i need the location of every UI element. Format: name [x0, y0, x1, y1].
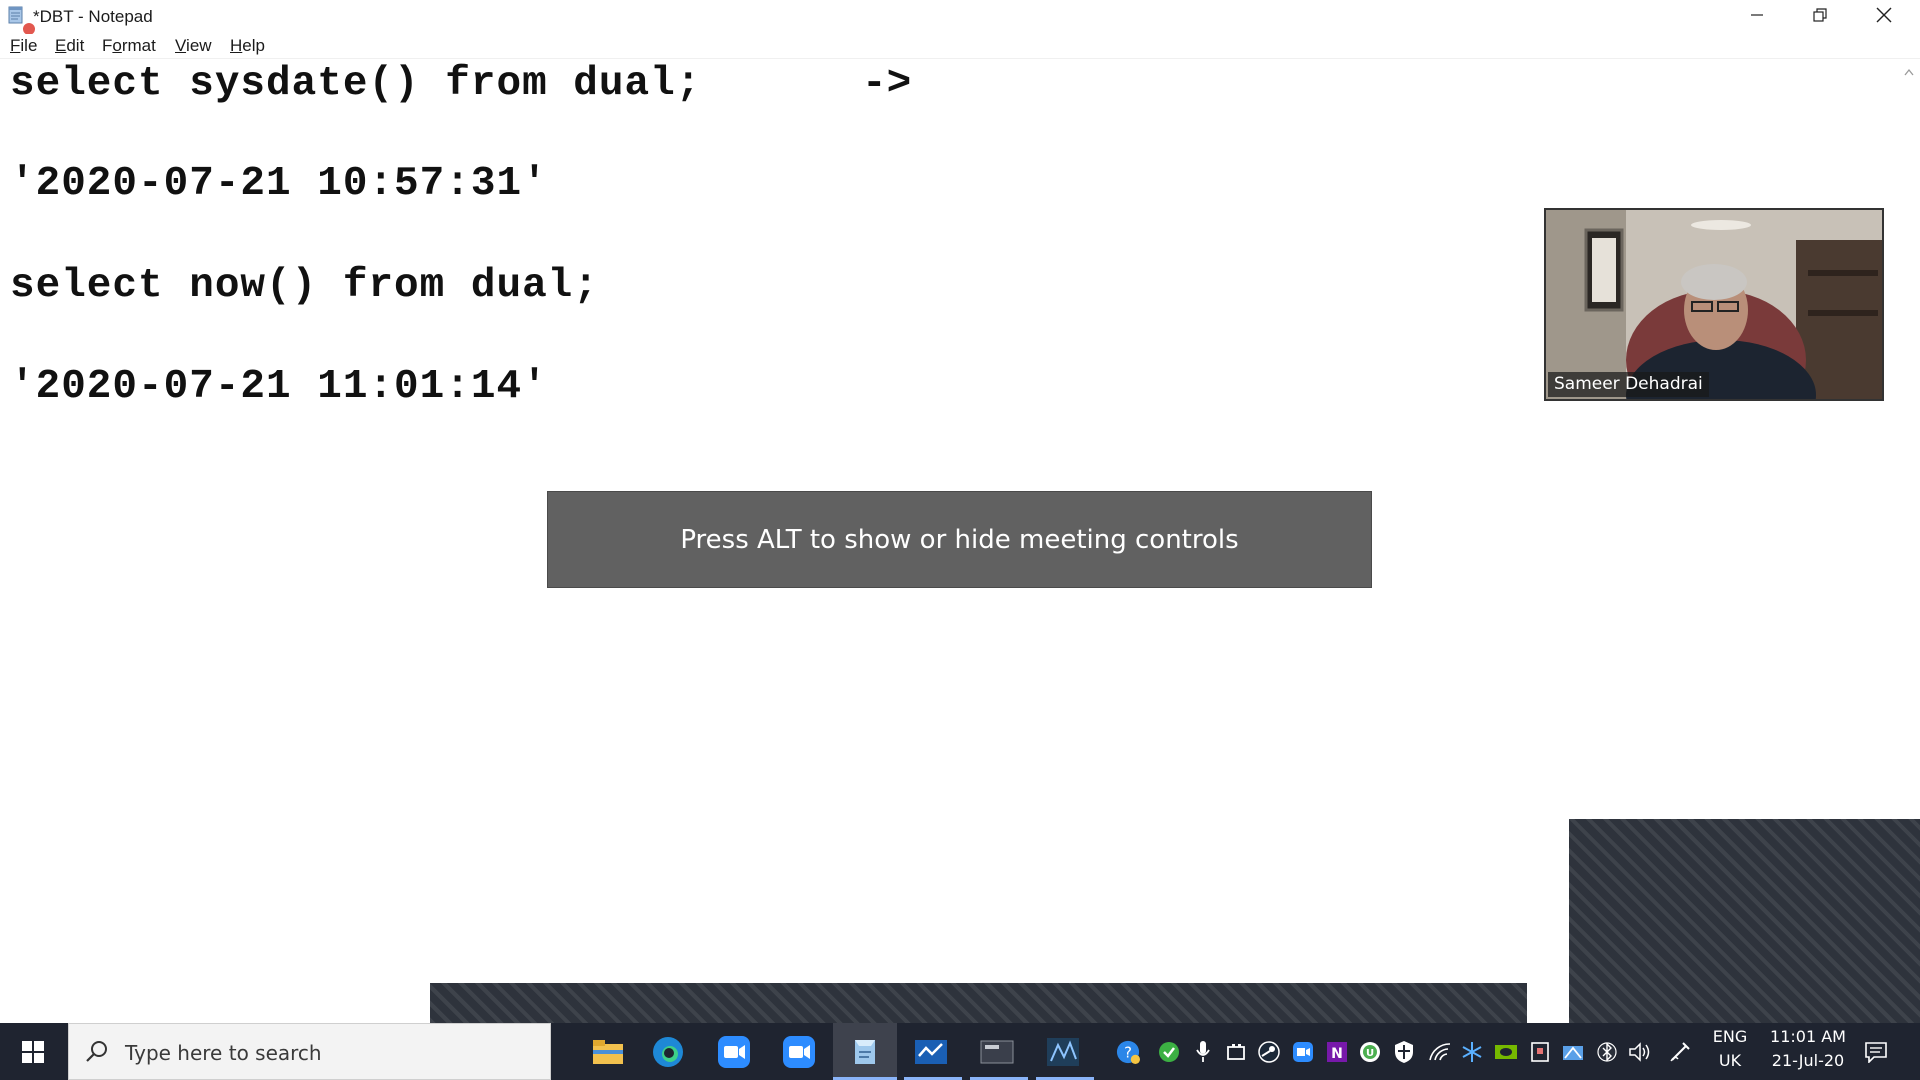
snowflake-tray-icon[interactable]: [1460, 1040, 1484, 1064]
steam-tray-icon[interactable]: [1257, 1040, 1281, 1064]
bluetooth-tray-icon[interactable]: [1595, 1040, 1619, 1064]
nvidia-tray-icon[interactable]: [1494, 1040, 1518, 1064]
participant-name-label: Sameer Dehadrai: [1548, 372, 1709, 397]
shield-tray-icon[interactable]: [1392, 1040, 1416, 1064]
pen-tray-icon[interactable]: [1668, 1040, 1692, 1064]
editor-line-3: select now() from dual;: [10, 263, 599, 309]
help-tray-icon[interactable]: ?: [1116, 1040, 1140, 1064]
screen-share-hidden-strip: [430, 983, 1527, 1023]
screen: *DBT - Notepad File Edit Format View Hel…: [0, 0, 1920, 1080]
svg-text:?: ?: [1124, 1045, 1132, 1062]
menu-format[interactable]: Format: [102, 36, 156, 56]
svg-text:N: N: [1331, 1046, 1343, 1062]
editor-line-2: '2020-07-21 10:57:31': [10, 161, 548, 207]
search-icon: [86, 1041, 107, 1062]
cloud-sync-tray-icon[interactable]: [1561, 1040, 1585, 1064]
minimize-button[interactable]: [1726, 0, 1788, 30]
restore-icon: [1813, 8, 1827, 22]
mysql-workbench-icon[interactable]: [1044, 1033, 1082, 1071]
participant-video[interactable]: Sameer Dehadrai: [1544, 208, 1884, 401]
menu-bar: File Edit Format View Help: [0, 34, 1920, 59]
meeting-controls-toast: Press ALT to show or hide meeting contro…: [547, 491, 1372, 588]
menu-view[interactable]: View: [175, 36, 212, 56]
restore-button[interactable]: [1789, 0, 1851, 30]
editor-line-4: '2020-07-21 11:01:14': [10, 364, 548, 410]
windows-logo-icon: [22, 1040, 44, 1063]
notification-center-icon[interactable]: [1862, 1038, 1890, 1066]
close-icon: [1876, 7, 1892, 23]
battery-tray-icon[interactable]: [1224, 1040, 1248, 1064]
window-title: *DBT - Notepad: [33, 7, 153, 26]
scroll-up-arrow-icon[interactable]: [1898, 62, 1920, 82]
notepad-taskbar-icon[interactable]: [846, 1033, 884, 1071]
edge-browser-icon[interactable]: [649, 1033, 687, 1071]
sql-developer-icon[interactable]: [978, 1033, 1016, 1071]
zoom-tray-icon[interactable]: [1291, 1040, 1315, 1064]
svg-text:U: U: [1366, 1048, 1374, 1059]
language-indicator-top[interactable]: ENG: [1710, 1027, 1750, 1046]
whiteboard-app-icon[interactable]: [912, 1033, 950, 1071]
usb-device-tray-icon[interactable]: [1528, 1040, 1552, 1064]
security-check-tray-icon[interactable]: [1157, 1040, 1181, 1064]
menu-help[interactable]: Help: [230, 36, 265, 56]
update-tray-icon[interactable]: U: [1358, 1040, 1382, 1064]
onenote-tray-icon[interactable]: N: [1325, 1040, 1349, 1064]
format-rest: ormat: [112, 36, 156, 55]
menu-edit[interactable]: Edit: [55, 36, 84, 56]
start-button[interactable]: [0, 1023, 66, 1080]
wifi-tray-icon[interactable]: [1428, 1040, 1452, 1064]
microphone-tray-icon[interactable]: [1191, 1040, 1215, 1064]
menu-file[interactable]: File: [10, 36, 37, 56]
editor-line-1: select sysdate() from dual;: [10, 61, 702, 107]
language-indicator-bottom[interactable]: UK: [1710, 1051, 1750, 1070]
title-bar: *DBT - Notepad: [0, 0, 1920, 37]
clock-time[interactable]: 11:01 AM: [1760, 1027, 1856, 1046]
minimize-icon: [1751, 14, 1763, 16]
taskbar: Type here to search ? N U ENG UK 11:01 A…: [0, 1023, 1920, 1080]
volume-tray-icon[interactable]: [1628, 1040, 1652, 1064]
zoom-meeting-icon[interactable]: [780, 1033, 818, 1071]
zoom-icon[interactable]: [715, 1033, 753, 1071]
search-placeholder: Type here to search: [125, 1041, 322, 1065]
clock-date[interactable]: 21-Jul-20: [1760, 1051, 1856, 1070]
screen-share-hidden-area: [1569, 819, 1920, 1023]
taskbar-search-box[interactable]: Type here to search: [68, 1023, 551, 1080]
editor-arrow: ->: [862, 61, 912, 107]
close-button[interactable]: [1853, 0, 1915, 30]
file-explorer-icon[interactable]: [589, 1033, 627, 1071]
